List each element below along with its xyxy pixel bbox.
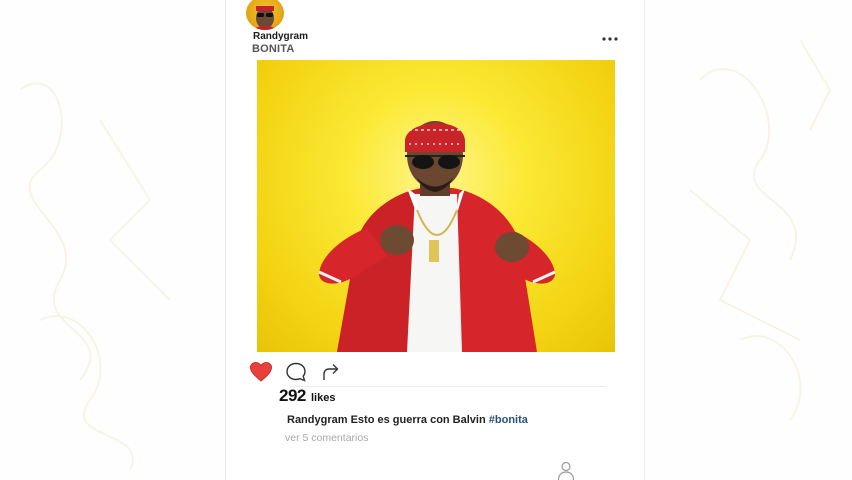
video-frame: Randygram BONITA 292 likes Randygram Est… bbox=[0, 0, 852, 480]
profile-button[interactable] bbox=[557, 461, 575, 480]
caption-hashtag[interactable]: #bonita bbox=[489, 414, 528, 426]
actions-divider bbox=[290, 386, 606, 387]
caption-username[interactable]: Randygram bbox=[287, 414, 348, 426]
person-icon bbox=[557, 461, 575, 480]
more-dots-icon bbox=[602, 37, 618, 41]
comment-button[interactable] bbox=[285, 361, 307, 383]
like-button[interactable] bbox=[249, 360, 273, 384]
comment-bubble-icon bbox=[286, 362, 306, 382]
more-options-button[interactable] bbox=[601, 32, 619, 46]
likes-label: likes bbox=[311, 392, 336, 404]
caption-text: Esto es guerra con Balvin bbox=[350, 414, 486, 426]
post-photo bbox=[257, 60, 615, 352]
heart-icon bbox=[249, 361, 273, 382]
post-username[interactable]: Randygram bbox=[253, 31, 308, 42]
likes-count: 292 bbox=[279, 386, 306, 405]
view-comments-link[interactable]: ver 5 comentarios bbox=[285, 432, 368, 444]
song-title: BONITA bbox=[252, 43, 295, 55]
share-arrow-icon bbox=[323, 364, 339, 380]
share-button[interactable] bbox=[320, 361, 342, 383]
post-caption: Randygram Esto es guerra con Balvin #bon… bbox=[287, 414, 528, 426]
